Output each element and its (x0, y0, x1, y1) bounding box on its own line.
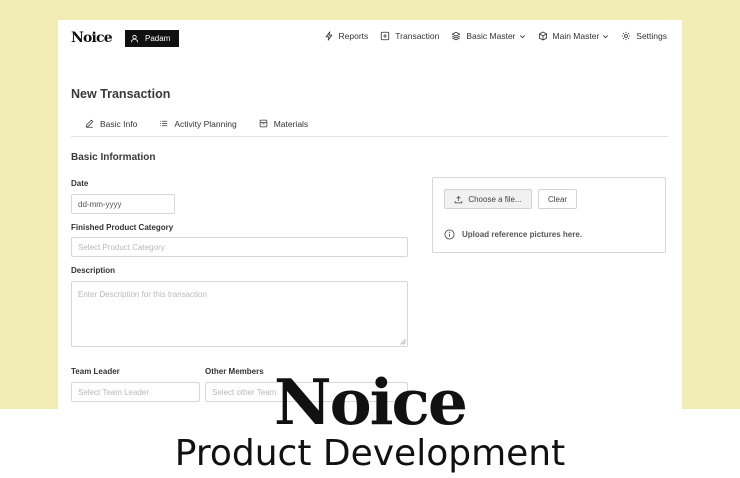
date-label: Date (71, 179, 89, 188)
description-textarea[interactable]: Enter Description for this transaction (71, 281, 408, 347)
plus-square-icon (381, 31, 390, 41)
brand-subtitle: Product Development (174, 433, 566, 474)
tab-basic-info[interactable]: Basic Info (85, 119, 137, 136)
chevron-down-icon (603, 34, 609, 38)
user-badge[interactable]: Padam (125, 30, 179, 47)
upload-hint: Upload reference pictures here. (444, 229, 582, 240)
nav-main-master[interactable]: Main Master (538, 31, 610, 41)
category-label: Finished Product Category (71, 223, 174, 232)
tab-bar: Basic Info Activity Planning Materials (71, 119, 668, 137)
description-placeholder: Enter Description for this transaction (78, 290, 207, 299)
layers-icon (452, 31, 461, 41)
app-window: Noice Padam Reports Transaction Basic Ma… (58, 20, 682, 409)
section-title: Basic Information (71, 152, 156, 163)
nav-settings[interactable]: Settings (621, 31, 667, 41)
nav-settings-label: Settings (636, 31, 667, 41)
clear-button[interactable]: Clear (538, 189, 577, 209)
description-label: Description (71, 266, 116, 275)
cube-icon (538, 31, 547, 41)
nav-transaction-label: Transaction (395, 31, 440, 41)
tab-activity-planning[interactable]: Activity Planning (159, 119, 237, 136)
page-title: New Transaction (71, 87, 171, 101)
upload-icon (455, 195, 463, 203)
top-nav: Reports Transaction Basic Master Main Ma… (324, 31, 667, 41)
user-icon (130, 34, 139, 43)
nav-transaction[interactable]: Transaction (380, 31, 439, 41)
date-field[interactable]: dd-mm-yyyy (71, 194, 175, 214)
clear-label: Clear (547, 194, 568, 204)
lightning-icon (325, 31, 332, 41)
tab-activity-planning-label: Activity Planning (174, 119, 237, 129)
app-logo[interactable]: Noice (71, 30, 113, 46)
tab-materials-label: Materials (273, 119, 309, 129)
tab-materials[interactable]: Materials (259, 119, 308, 136)
list-icon (160, 120, 168, 127)
chevron-down-icon (519, 34, 525, 38)
date-value: dd-mm-yyyy (78, 199, 122, 209)
category-placeholder: Select Product Category (78, 242, 165, 252)
resize-handle-icon[interactable] (400, 339, 406, 345)
pencil-icon (86, 119, 94, 128)
choose-file-button[interactable]: Choose a file... (444, 189, 532, 209)
choose-file-label: Choose a file... (468, 194, 522, 204)
user-name: Padam (145, 34, 171, 43)
upload-hint-text: Upload reference pictures here. (462, 230, 583, 239)
nav-main-master-label: Main Master (552, 31, 600, 41)
gear-icon (622, 31, 631, 41)
nav-basic-master-label: Basic Master (466, 31, 516, 41)
box-icon (259, 119, 267, 128)
brand-title: Noice (274, 365, 468, 439)
info-icon (444, 229, 455, 240)
tab-basic-info-label: Basic Info (100, 119, 138, 129)
nav-reports-label: Reports (338, 31, 369, 41)
category-select[interactable]: Select Product Category (71, 237, 408, 257)
nav-reports[interactable]: Reports (324, 31, 369, 41)
nav-basic-master[interactable]: Basic Master (451, 31, 525, 41)
upload-panel: Choose a file... Clear Upload reference … (432, 177, 666, 253)
